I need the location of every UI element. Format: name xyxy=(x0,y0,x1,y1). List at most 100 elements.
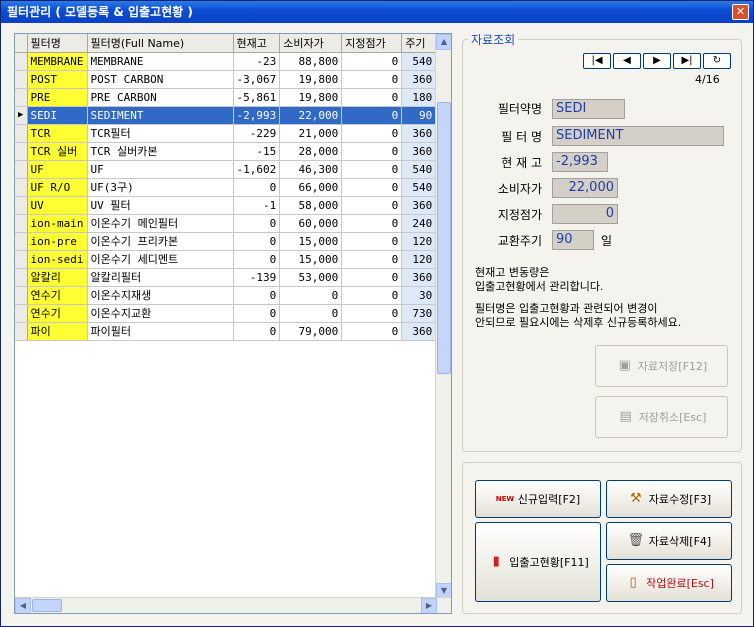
cell-price[interactable]: 79,000 xyxy=(279,322,343,341)
cell-cycle[interactable]: 360 xyxy=(401,322,437,341)
cell-cycle[interactable]: 180 xyxy=(401,88,437,107)
cell-price[interactable]: 88,800 xyxy=(279,52,343,71)
table-row[interactable]: ion-sedi 이온수기 세디멘트 0 15,000 0 120 xyxy=(15,250,437,269)
cell-dealer-price[interactable]: 0 xyxy=(341,88,403,107)
cell-cycle[interactable]: 540 xyxy=(401,178,437,197)
row-indicator[interactable] xyxy=(15,88,28,107)
prev-record-button[interactable]: ◀ xyxy=(613,53,641,69)
last-record-button[interactable]: ▶| xyxy=(673,53,701,69)
cell-stock[interactable]: 0 xyxy=(233,322,281,341)
cell-fullname[interactable]: TCR 실버카본 xyxy=(87,142,234,161)
table-row[interactable]: TCR 실버 TCR 실버카본 -15 28,000 0 360 xyxy=(15,142,437,161)
edit-button[interactable]: ⚒ 자료수정[F3] xyxy=(606,480,732,518)
cell-code[interactable]: ion-pre xyxy=(27,232,88,251)
cell-cycle[interactable]: 360 xyxy=(401,142,437,161)
cell-fullname[interactable]: 파이필터 xyxy=(87,322,234,341)
cell-stock[interactable]: -15 xyxy=(233,142,281,161)
table-row[interactable]: UV UV 필터 -1 58,000 0 360 xyxy=(15,196,437,215)
table-row[interactable]: 알칼리 알칼리필터 -139 53,000 0 360 xyxy=(15,268,437,287)
cell-price[interactable]: 21,000 xyxy=(279,124,343,143)
new-entry-button[interactable]: NEW 신규입력[F2] xyxy=(475,480,601,518)
row-indicator[interactable] xyxy=(15,70,28,89)
cell-cycle[interactable]: 540 xyxy=(401,160,437,179)
cell-stock[interactable]: -229 xyxy=(233,124,281,143)
cell-code[interactable]: 알칼리 xyxy=(27,268,88,287)
cell-stock[interactable]: -2,993 xyxy=(233,106,281,125)
cell-stock[interactable]: -3,067 xyxy=(233,70,281,89)
row-indicator[interactable] xyxy=(15,160,28,179)
cell-stock[interactable]: -5,861 xyxy=(233,88,281,107)
first-record-button[interactable]: |◀ xyxy=(583,53,611,69)
cell-stock[interactable]: -1 xyxy=(233,196,281,215)
save-button[interactable]: ▣ 자료저장[F12] xyxy=(595,345,728,387)
cell-code[interactable]: MEMBRANE xyxy=(27,52,88,71)
cell-stock[interactable]: 0 xyxy=(233,232,281,251)
cell-code[interactable]: 연수기 xyxy=(27,304,88,323)
cell-dealer-price[interactable]: 0 xyxy=(341,232,403,251)
next-record-button[interactable]: ▶ xyxy=(643,53,671,69)
cell-fullname[interactable]: MEMBRANE xyxy=(87,52,234,71)
cell-price[interactable]: 19,800 xyxy=(279,70,343,89)
col-header-dealer-price[interactable]: 지정점가 xyxy=(341,34,403,53)
cell-stock[interactable]: -1,602 xyxy=(233,160,281,179)
cell-code[interactable]: UV xyxy=(27,196,88,215)
horizontal-scrollbar[interactable]: ◀ ▶ xyxy=(15,597,451,613)
table-row[interactable]: MEMBRANE MEMBRANE -23 88,800 0 540 xyxy=(15,52,437,71)
cell-stock[interactable]: 0 xyxy=(233,214,281,233)
cell-code[interactable]: POST xyxy=(27,70,88,89)
table-row[interactable]: UF UF -1,602 46,300 0 540 xyxy=(15,160,437,179)
table-row[interactable]: 연수기 이온수지재생 0 0 0 30 xyxy=(15,286,437,305)
cell-price[interactable]: 0 xyxy=(279,286,343,305)
row-indicator[interactable] xyxy=(15,196,28,215)
row-indicator[interactable] xyxy=(15,178,28,197)
cell-code[interactable]: PRE xyxy=(27,88,88,107)
cell-dealer-price[interactable]: 0 xyxy=(341,196,403,215)
scroll-thumb[interactable] xyxy=(437,102,451,374)
cell-stock[interactable]: 0 xyxy=(233,250,281,269)
row-indicator[interactable] xyxy=(15,232,28,251)
cell-fullname[interactable]: UV 필터 xyxy=(87,196,234,215)
cell-price[interactable]: 22,000 xyxy=(279,106,343,125)
table-row[interactable]: ion-main 이온수기 메인필터 0 60,000 0 240 xyxy=(15,214,437,233)
col-header-stock[interactable]: 현재고 xyxy=(233,34,281,53)
cell-price[interactable]: 15,000 xyxy=(279,250,343,269)
scroll-left-icon[interactable]: ◀ xyxy=(15,598,31,613)
refresh-button[interactable]: ↻ xyxy=(703,53,731,69)
row-indicator[interactable] xyxy=(15,52,28,71)
cell-stock[interactable]: 0 xyxy=(233,304,281,323)
price-field[interactable]: 22,000 xyxy=(552,178,618,198)
cell-fullname[interactable]: 알칼리필터 xyxy=(87,268,234,287)
cell-cycle[interactable]: 540 xyxy=(401,52,437,71)
cell-code[interactable]: ion-main xyxy=(27,214,88,233)
cell-dealer-price[interactable]: 0 xyxy=(341,250,403,269)
cell-code[interactable]: ion-sedi xyxy=(27,250,88,269)
cell-stock[interactable]: -23 xyxy=(233,52,281,71)
col-header-cycle[interactable]: 주기 xyxy=(401,34,437,53)
table-row[interactable]: TCR TCR필터 -229 21,000 0 360 xyxy=(15,124,437,143)
cell-price[interactable]: 19,800 xyxy=(279,88,343,107)
cell-fullname[interactable]: PRE CARBON xyxy=(87,88,234,107)
table-row[interactable]: 파이 파이필터 0 79,000 0 360 xyxy=(15,322,437,341)
filter-grid[interactable]: 필터명 필터명(Full Name) 현재고 소비자가 지정점가 주기 MEMB… xyxy=(14,33,452,614)
done-button[interactable]: ▯ 작업완료[Esc] xyxy=(606,564,732,602)
cell-cycle[interactable]: 90 xyxy=(401,106,437,125)
table-row[interactable]: UF R/O UF(3구) 0 66,000 0 540 xyxy=(15,178,437,197)
cell-fullname[interactable]: 이온수기 프리카본 xyxy=(87,232,234,251)
cell-cycle[interactable]: 360 xyxy=(401,70,437,89)
cell-code[interactable]: UF R/O xyxy=(27,178,88,197)
cell-fullname[interactable]: 이온수지재생 xyxy=(87,286,234,305)
cell-dealer-price[interactable]: 0 xyxy=(341,142,403,161)
cell-fullname[interactable]: POST CARBON xyxy=(87,70,234,89)
row-indicator[interactable] xyxy=(15,268,28,287)
cell-price[interactable]: 46,300 xyxy=(279,160,343,179)
cell-price[interactable]: 66,000 xyxy=(279,178,343,197)
cell-cycle[interactable]: 360 xyxy=(401,196,437,215)
cell-cycle[interactable]: 240 xyxy=(401,214,437,233)
col-header-fullname[interactable]: 필터명(Full Name) xyxy=(87,34,234,53)
table-row[interactable]: 연수기 이온수지교환 0 0 0 730 xyxy=(15,304,437,323)
row-indicator[interactable] xyxy=(15,304,28,323)
cell-stock[interactable]: -139 xyxy=(233,268,281,287)
table-row[interactable]: ion-pre 이온수기 프리카본 0 15,000 0 120 xyxy=(15,232,437,251)
row-indicator[interactable] xyxy=(15,142,28,161)
cell-code[interactable]: SEDI xyxy=(27,106,88,125)
